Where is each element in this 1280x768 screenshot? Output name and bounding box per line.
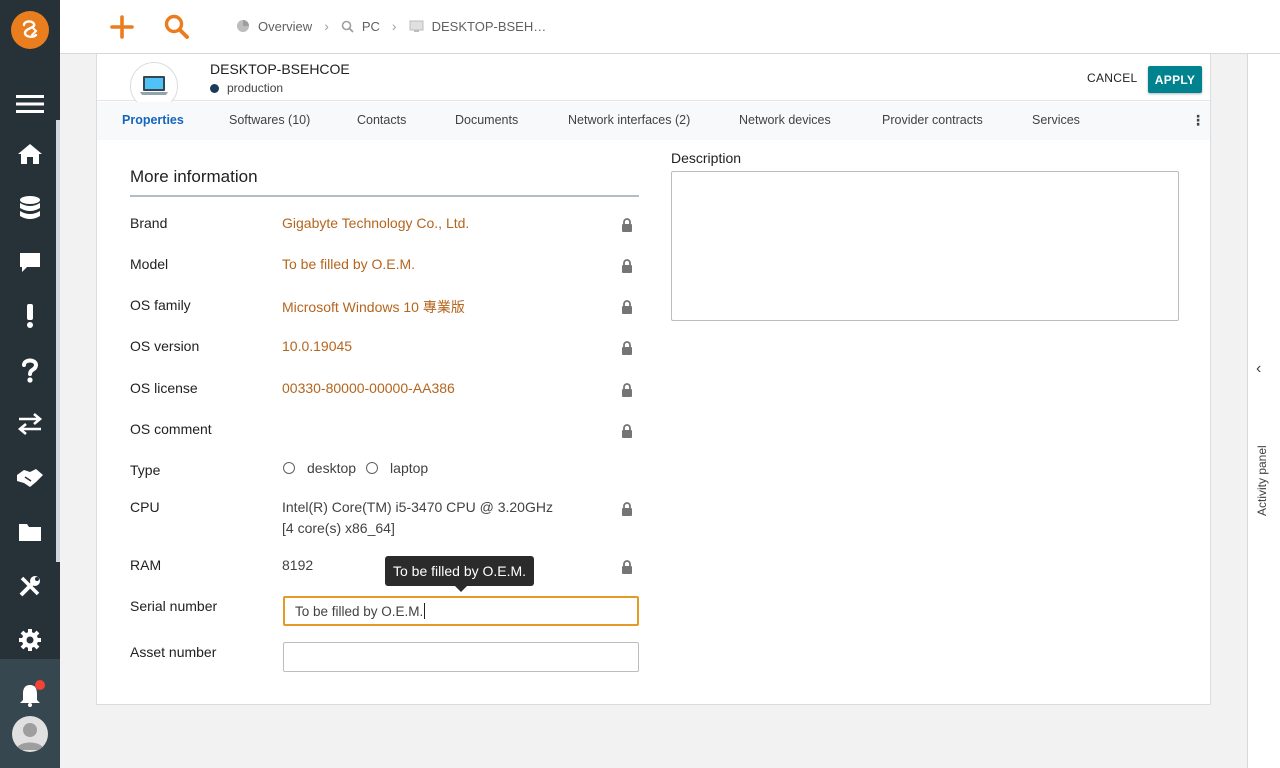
lock-icon	[622, 218, 632, 232]
computer-icon	[409, 20, 424, 32]
sidebar	[0, 0, 60, 768]
laptop-icon	[140, 76, 168, 95]
pie-chart-icon	[237, 20, 249, 32]
user-icon	[16, 723, 44, 750]
tooltip: To be filled by O.E.M.	[385, 556, 535, 592]
lock-icon	[622, 300, 632, 314]
tab-services[interactable]: Services	[1032, 113, 1080, 127]
radio-desktop[interactable]	[283, 462, 295, 474]
lock-icon	[622, 502, 632, 516]
os-version-label: OS version	[130, 338, 200, 354]
serial-number-input[interactable]: To be filled by O.E.M.	[283, 596, 639, 626]
menu-icon[interactable]	[15, 89, 45, 119]
asset-number-label: Asset number	[130, 644, 217, 660]
description-label: Description	[671, 150, 742, 166]
tab-network-devices[interactable]: Network devices	[739, 113, 831, 127]
brand-label: Brand	[130, 215, 168, 231]
tooltip-arrow	[455, 586, 467, 592]
breadcrumb-overview[interactable]: Overview	[236, 19, 312, 34]
ram-value: 8192	[282, 557, 314, 573]
status-dot	[210, 83, 219, 93]
status-badge: production	[210, 81, 283, 95]
os-version-value: 10.0.19045	[282, 338, 353, 354]
chat-icon[interactable]	[15, 247, 45, 277]
apply-button[interactable]: APPLY	[1148, 66, 1202, 93]
tab-contacts[interactable]: Contacts	[357, 113, 406, 127]
cpu-value-line1: Intel(R) Core(TM) i5-3470 CPU @ 3.20GHz	[282, 499, 553, 515]
asset-number-input[interactable]	[283, 642, 639, 672]
type-label: Type	[130, 462, 161, 478]
os-family-label: OS family	[130, 297, 191, 313]
tab-network-interfaces[interactable]: Network interfaces (2)	[568, 113, 690, 127]
object-header: DESKTOP-BSEHCOE production CANCEL APPLY	[97, 54, 1210, 110]
tab-provider-contracts[interactable]: Provider contracts	[882, 113, 983, 127]
model-value: To be filled by O.E.M.	[282, 256, 416, 272]
tools-icon[interactable]	[15, 571, 45, 601]
brand-value: Gigabyte Technology Co., Ltd.	[282, 215, 470, 231]
chevron-right-icon: ›	[324, 18, 329, 34]
help-icon[interactable]	[15, 355, 45, 385]
search-icon[interactable]	[162, 12, 192, 42]
os-comment-label: OS comment	[130, 421, 212, 437]
ram-label: RAM	[130, 557, 162, 573]
add-icon[interactable]	[107, 12, 137, 42]
database-icon[interactable]	[15, 193, 45, 223]
radio-laptop[interactable]	[366, 462, 379, 474]
search-icon	[341, 20, 354, 33]
type-radio-group: desktop laptop	[283, 460, 428, 476]
breadcrumb: Overview › PC › DESKTOP-BSEH…	[236, 18, 546, 34]
radio-desktop-label[interactable]: desktop	[307, 460, 356, 476]
tab-softwares[interactable]: Softwares (10)	[229, 113, 310, 127]
handshake-icon[interactable]	[15, 463, 45, 493]
logo-icon	[22, 20, 38, 38]
cpu-label: CPU	[130, 499, 160, 515]
serial-number-label: Serial number	[130, 598, 218, 614]
activity-panel[interactable]: ‹ Activity panel	[1247, 54, 1280, 768]
tab-documents[interactable]: Documents	[455, 113, 518, 127]
tooltip-text: To be filled by O.E.M.	[393, 563, 527, 579]
status-label: production	[227, 81, 284, 95]
description-textarea[interactable]	[671, 171, 1179, 321]
os-family-value: Microsoft Windows 10 專業版	[282, 299, 465, 315]
breadcrumb-current[interactable]: DESKTOP-BSEH…	[409, 18, 547, 34]
text-caret	[424, 603, 426, 619]
breadcrumb-pc[interactable]: PC	[341, 19, 380, 34]
app-logo[interactable]	[11, 11, 49, 49]
object-card: DESKTOP-BSEHCOE production CANCEL APPLY …	[96, 54, 1211, 705]
breadcrumb-label: PC	[361, 18, 380, 34]
model-label: Model	[130, 256, 169, 272]
tab-bar: Properties Softwares (10) Contacts Docum…	[97, 102, 1210, 140]
lock-icon	[622, 259, 632, 273]
tab-properties[interactable]: Properties	[122, 113, 184, 127]
breadcrumb-label: DESKTOP-BSEH…	[431, 18, 547, 34]
object-name: DESKTOP-BSEHCOE	[210, 61, 350, 77]
section-title: More information	[130, 167, 258, 186]
cpu-value-line2: [4 core(s) x86_64]	[282, 520, 395, 536]
alert-icon[interactable]	[15, 301, 45, 331]
lock-icon	[622, 383, 632, 397]
folder-icon[interactable]	[15, 517, 45, 547]
lock-icon	[622, 560, 632, 574]
activity-panel-label-wrap: Activity panel	[1255, 440, 1275, 516]
os-license-label: OS license	[130, 380, 198, 396]
chevron-left-icon[interactable]: ‹	[1256, 360, 1261, 378]
settings-icon[interactable]	[15, 625, 45, 655]
lock-icon	[622, 341, 632, 355]
os-license-value: 00330-80000-00000-AA386	[282, 380, 455, 396]
chevron-right-icon: ›	[391, 18, 397, 34]
more-vertical-icon[interactable]: ⋮	[1191, 112, 1205, 129]
activity-panel-label[interactable]: Activity panel	[1255, 436, 1269, 516]
radio-laptop-label[interactable]: laptop	[390, 460, 428, 476]
home-icon[interactable]	[15, 139, 45, 169]
avatar[interactable]	[12, 716, 48, 752]
serial-number-value: To be filled by O.E.M.	[295, 603, 424, 619]
transfer-icon[interactable]	[15, 409, 45, 439]
lock-icon	[622, 424, 632, 438]
sidebar-scrollbar[interactable]	[56, 120, 60, 562]
top-bar: Overview › PC › DESKTOP-BSEH…	[60, 0, 1280, 54]
breadcrumb-label: Overview	[258, 18, 313, 34]
section-divider	[130, 195, 639, 197]
notification-badge	[35, 680, 45, 690]
cancel-button[interactable]: CANCEL	[1079, 66, 1145, 90]
